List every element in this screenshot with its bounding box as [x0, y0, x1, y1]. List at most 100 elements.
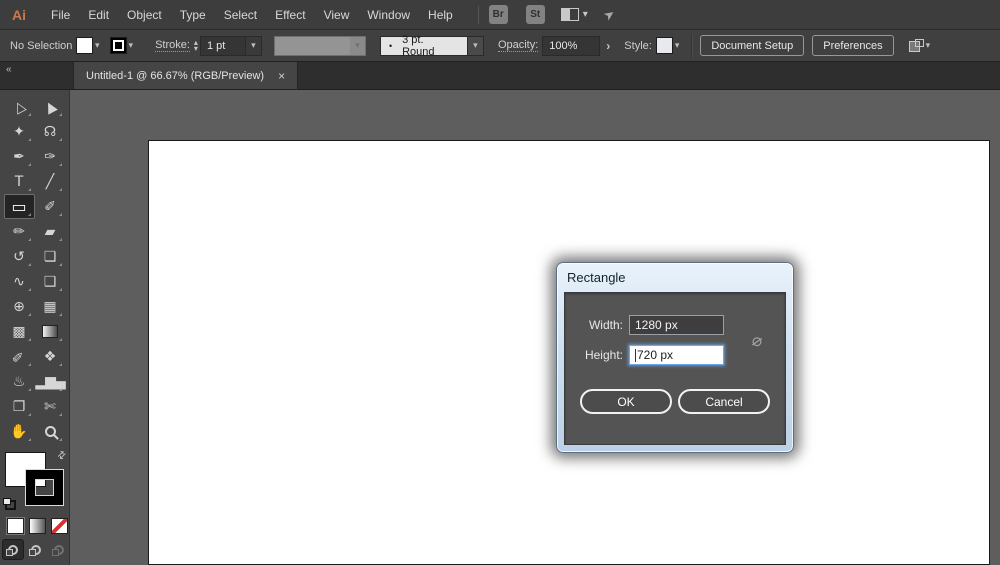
magic-wand-icon: ✦ — [13, 125, 25, 139]
fill-chevron-down-icon[interactable]: ▾ — [93, 40, 104, 51]
rotate-tool-icon: ↺ — [13, 250, 25, 264]
tool-zoom[interactable] — [35, 419, 66, 444]
tool-artboard[interactable]: ❐ — [4, 394, 35, 419]
gradient-button[interactable] — [29, 518, 46, 534]
tool-curvature[interactable]: ✑ — [35, 144, 66, 169]
free-transform-tool-icon: ❑ — [44, 275, 57, 289]
toolbar-collapse-control[interactable]: « — [0, 62, 70, 89]
fill-color-swatch[interactable] — [76, 37, 93, 54]
height-label: Height: — [577, 348, 623, 362]
tool-gradient[interactable] — [35, 319, 66, 344]
tool-magic-wand[interactable]: ✦ — [4, 119, 35, 144]
tool-direct-selection[interactable]: ▲ — [35, 94, 66, 119]
style-swatch[interactable] — [656, 37, 673, 54]
stroke-color-swatch[interactable] — [110, 37, 127, 54]
opacity-value[interactable]: 100% — [542, 36, 600, 56]
share-icon[interactable]: ➤ — [600, 5, 618, 24]
stroke-chevron-down-icon[interactable]: ▾ — [127, 40, 138, 51]
tool-rotate[interactable]: ↺ — [4, 244, 35, 269]
stroke-weight-chevron-icon[interactable]: ▾ — [246, 36, 262, 56]
tool-free-transform[interactable]: ❑ — [35, 269, 66, 294]
default-fill-stroke-icon[interactable] — [3, 498, 16, 510]
control-bar: No Selection ▾ ▾ Stroke: ▴ ▾ 1 pt ▾ ▾ • … — [0, 30, 1000, 62]
tool-lasso[interactable]: ☊ — [35, 119, 66, 144]
style-chevron-icon[interactable]: ▾ — [673, 40, 684, 51]
draw-normal-button[interactable] — [3, 540, 23, 559]
menu-item-file[interactable]: File — [42, 0, 79, 30]
menu-item-view[interactable]: View — [315, 0, 359, 30]
menu-item-window[interactable]: Window — [358, 0, 419, 30]
dialog-content: Width: Height: ⌀ OK Cancel — [564, 292, 786, 445]
rectangle-tool-icon: ▭ — [11, 199, 26, 215]
stroke-weight-stepper[interactable]: ▴ ▾ — [194, 40, 198, 52]
tool-rectangle[interactable]: ▭ — [4, 194, 35, 219]
arrange-chevron-icon[interactable]: ▾ — [924, 40, 935, 51]
stepper-down-icon[interactable]: ▾ — [194, 46, 198, 52]
tool-symbol-sprayer[interactable]: ♨ — [4, 369, 35, 394]
tool-mesh[interactable]: ▩ — [4, 319, 35, 344]
stroke-swatch[interactable] — [26, 470, 63, 505]
arrange-icon[interactable] — [908, 39, 924, 53]
type-tool-icon: T — [15, 175, 24, 189]
document-tab[interactable]: Untitled-1 @ 66.67% (RGB/Preview) × — [73, 62, 298, 89]
stroke-panel-link[interactable]: Stroke: — [155, 39, 190, 52]
direct-selection-tool-icon: ▲ — [42, 98, 58, 115]
tool-blend[interactable]: ❖ — [35, 344, 66, 369]
tool-selection[interactable]: △ — [4, 94, 35, 119]
rectangle-dialog: Rectangle Width: Height: ⌀ OK Cancel — [556, 262, 794, 453]
tool-column-graph[interactable]: ▂▆▄ — [35, 369, 66, 394]
tool-line-segment[interactable]: ╱ — [35, 169, 66, 194]
draw-behind-button[interactable] — [26, 540, 46, 559]
tool-slice[interactable]: ✄ — [35, 394, 66, 419]
tool-hand[interactable]: ✋ — [4, 419, 35, 444]
tools-panel: △ ▲ ✦ ☊✒✑ T ╱ ▭ ✐ ✏▰ ↺ ❏∿ ❑ ⊕ ▦ ▩ ✎❖ ♨ ▂▆▄❐✄ ✋ ⇄ — [0, 90, 70, 565]
none-button[interactable] — [51, 518, 68, 534]
chevron-down-icon[interactable]: ▾ — [583, 9, 588, 20]
menu-item-select[interactable]: Select — [215, 0, 266, 30]
menu-item-effect[interactable]: Effect — [266, 0, 314, 30]
opacity-arrow-icon[interactable]: › — [600, 39, 616, 53]
menu-items: FileEditObjectTypeSelectEffectViewWindow… — [42, 0, 462, 30]
brush-chevron-icon[interactable]: ▾ — [468, 36, 484, 56]
tool-eraser[interactable]: ▰ — [35, 219, 66, 244]
stroke-weight-value[interactable]: 1 pt — [200, 36, 246, 56]
pasteboard[interactable] — [70, 90, 1000, 565]
main-area: △ ▲ ✦ ☊✒✑ T ╱ ▭ ✐ ✏▰ ↺ ❏∿ ❑ ⊕ ▦ ▩ ✎❖ ♨ ▂▆▄❐✄ ✋ ⇄ — [0, 90, 1000, 565]
tool-pen[interactable]: ✒ — [4, 144, 35, 169]
draw-inside-button[interactable] — [49, 540, 69, 559]
opacity-panel-link[interactable]: Opacity: — [498, 39, 538, 52]
cancel-button[interactable]: Cancel — [678, 389, 770, 414]
zoom-tool-icon — [45, 426, 56, 437]
hand-tool-icon: ✋ — [10, 425, 27, 439]
symbol-sprayer-tool-icon: ♨ — [13, 375, 26, 389]
menu-item-object[interactable]: Object — [118, 0, 171, 30]
tab-close-icon[interactable]: × — [278, 69, 285, 83]
swap-fill-stroke-icon[interactable]: ⇄ — [55, 449, 69, 463]
tool-eyedropper[interactable]: ✎ — [4, 344, 35, 369]
mesh-tool-icon: ▩ — [12, 325, 25, 339]
menu-item-type[interactable]: Type — [171, 0, 215, 30]
tool-paintbrush[interactable]: ✐ — [35, 194, 66, 219]
document-setup-button[interactable]: Document Setup — [700, 35, 804, 56]
stock-button[interactable]: St — [526, 5, 545, 24]
brush-definition-select[interactable]: • 3 pt. Round — [380, 36, 468, 56]
bridge-button[interactable]: Br — [489, 5, 508, 24]
tool-scale[interactable]: ❏ — [35, 244, 66, 269]
shape-builder-tool-icon: ⊕ — [13, 300, 25, 314]
brush-definition-value: 3 pt. Round — [402, 34, 457, 58]
tool-shape-builder[interactable]: ⊕ — [4, 294, 35, 319]
width-input[interactable] — [629, 315, 724, 335]
tool-perspective-grid[interactable]: ▦ — [35, 294, 66, 319]
tool-pencil[interactable]: ✏ — [4, 219, 35, 244]
tool-type[interactable]: T — [4, 169, 35, 194]
menu-item-help[interactable]: Help — [419, 0, 462, 30]
tool-width[interactable]: ∿ — [4, 269, 35, 294]
color-button[interactable] — [7, 518, 24, 534]
height-input[interactable] — [629, 345, 724, 365]
menu-item-edit[interactable]: Edit — [79, 0, 118, 30]
paintbrush-tool-icon: ✐ — [44, 200, 56, 214]
preferences-button[interactable]: Preferences — [812, 35, 893, 56]
ok-button[interactable]: OK — [580, 389, 672, 414]
workspace-switcher-icon[interactable] — [561, 8, 579, 21]
style-label: Style: — [624, 40, 652, 52]
